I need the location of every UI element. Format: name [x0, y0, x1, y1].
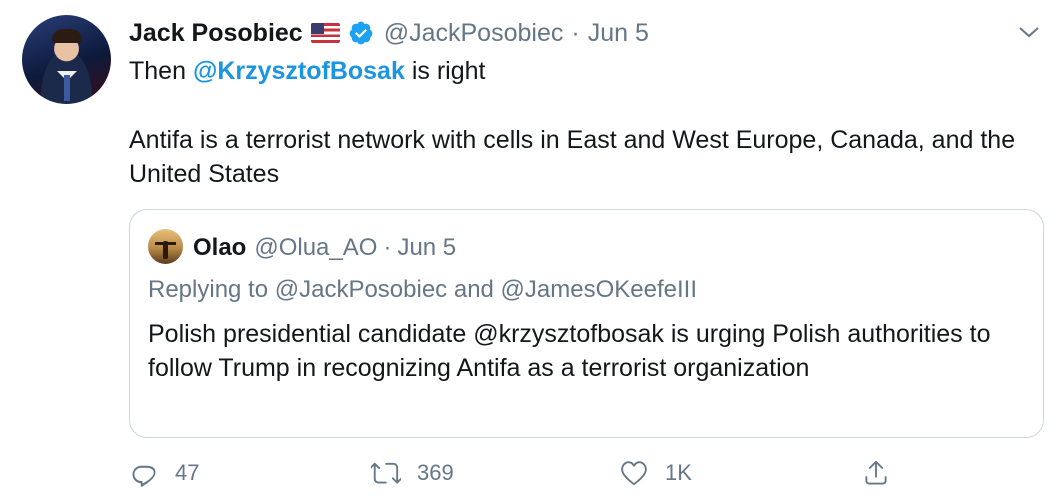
quoted-author-name[interactable]: Olao — [193, 234, 246, 262]
like-button[interactable]: 1K — [619, 455, 692, 491]
action-bar: 47 369 1K — [129, 455, 909, 491]
separator-dot: · — [571, 18, 580, 47]
share-button[interactable] — [861, 455, 891, 491]
tweet-header: Jack Posobiec @JackPosobiec · Jun 5 — [129, 17, 649, 49]
tweet-text-suffix: is right — [404, 57, 486, 85]
replying-to: Replying to @JackPosobiec and @JamesOKee… — [148, 276, 697, 303]
quoted-author-avatar[interactable] — [148, 229, 183, 264]
author-handle[interactable]: @JackPosobiec — [384, 19, 564, 48]
tweet-text-prefix: Then — [129, 57, 193, 85]
verified-badge-icon — [349, 21, 373, 45]
author-avatar[interactable] — [22, 15, 111, 104]
quoted-date[interactable]: Jun 5 — [397, 234, 456, 262]
reply-icon — [132, 465, 156, 487]
like-icon — [621, 461, 647, 486]
retweet-count: 369 — [417, 460, 454, 485]
tweet-date[interactable]: Jun 5 — [588, 19, 649, 48]
tweet-body-text: Antifa is a terrorist network with cells… — [129, 126, 1016, 188]
tweet-text-line: Then @KrzysztofBosak is right — [129, 55, 485, 88]
tweet: Jack Posobiec @JackPosobiec · Jun 5 Then… — [0, 0, 1062, 504]
quoted-header: Olao @Olua_AO · Jun 5 — [193, 232, 456, 264]
reply-button[interactable]: 47 — [129, 455, 199, 491]
chevron-down-icon[interactable] — [1017, 24, 1041, 40]
reply-count: 47 — [175, 460, 200, 485]
us-flag-icon — [310, 23, 340, 43]
share-icon — [865, 460, 887, 485]
quoted-separator-dot: · — [383, 234, 392, 261]
retweet-button[interactable]: 369 — [371, 455, 454, 491]
mention-link[interactable]: @KrzysztofBosak — [193, 57, 405, 85]
quoted-tweet[interactable]: Olao @Olua_AO · Jun 5 Replying to @JackP… — [129, 209, 1044, 438]
avatar-hair — [52, 29, 82, 43]
quoted-author-handle[interactable]: @Olua_AO — [254, 234, 377, 262]
retweet-icon — [371, 462, 401, 484]
like-count: 1K — [665, 460, 692, 485]
quoted-text: Polish presidential candidate @krzysztof… — [148, 320, 991, 382]
author-name[interactable]: Jack Posobiec — [129, 19, 303, 48]
avatar-tie — [64, 75, 70, 101]
